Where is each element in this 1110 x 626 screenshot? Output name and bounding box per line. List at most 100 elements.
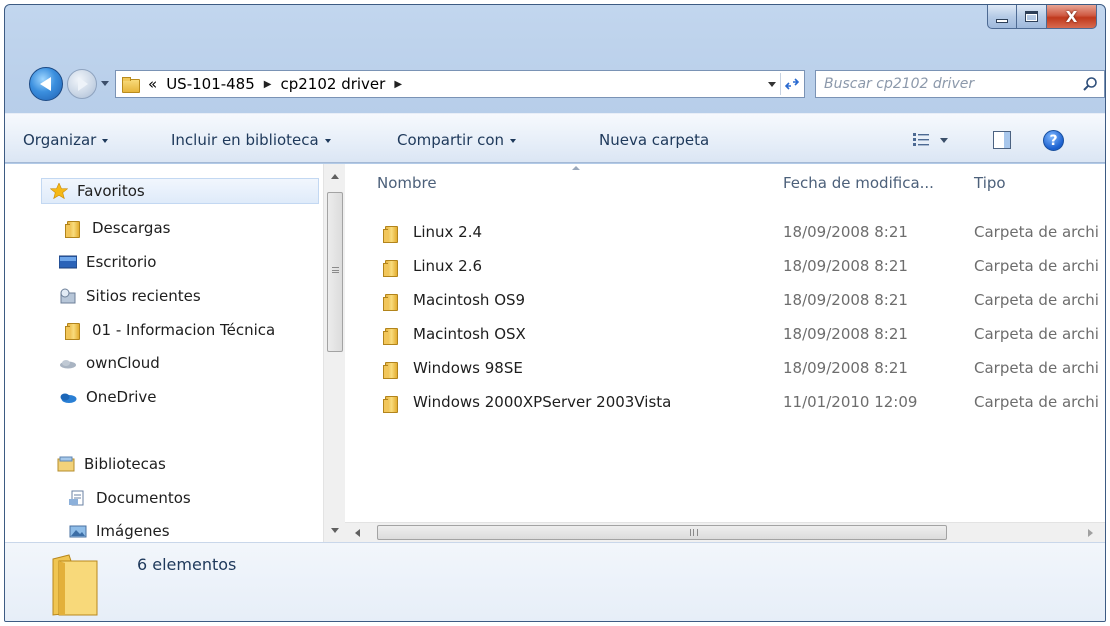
share-with-label: Compartir con [397,131,505,149]
file-name: Windows 2000XPServer 2003Vista [413,393,672,411]
nav-favorites-label: Favoritos [77,182,145,200]
onedrive-icon [60,393,77,403]
file-type: Carpeta de archi [974,393,1099,411]
nav-item-desktop[interactable]: Escritorio [59,249,156,275]
include-library-menu[interactable]: Incluir en biblioteca [171,131,331,149]
folder-icon [122,76,140,93]
recent-places-icon [60,288,76,304]
forward-button[interactable] [67,69,97,99]
owncloud-icon [60,360,76,369]
libraries-icon [57,456,75,472]
table-row[interactable]: Linux 2.4 18/09/2008 8:21 Carpeta de arc… [369,218,1105,248]
breadcrumb-item[interactable]: cp2102 driver [280,75,385,93]
nav-favorites[interactable]: Favoritos [41,178,319,204]
nav-item-recent-places[interactable]: Sitios recientes [59,283,201,309]
share-with-menu[interactable]: Compartir con [397,131,517,149]
chevron-down-icon [510,138,517,143]
nav-item-label: ownCloud [86,354,160,372]
refresh-button[interactable] [780,73,802,95]
horizontal-scrollbar[interactable] [345,522,1105,542]
table-row[interactable]: Windows 2000XPServer 2003Vista 11/01/201… [369,388,1105,418]
scroll-up-arrow-icon[interactable] [331,174,339,179]
content-area: Favoritos Descargas Escritorio Sitios re… [5,164,1105,542]
search-input[interactable] [816,76,1056,92]
minimize-button[interactable] [987,5,1017,29]
file-date: 18/09/2008 8:21 [783,325,908,343]
file-type: Carpeta de archi [974,359,1099,377]
file-date: 18/09/2008 8:21 [783,359,908,377]
change-view-icon[interactable] [913,133,929,147]
nav-vertical-scrollbar[interactable] [323,164,345,542]
nav-item-pictures[interactable]: Imágenes [69,518,170,544]
back-button[interactable] [29,67,63,101]
folder-icon [383,225,398,243]
folder-icon [383,293,398,311]
file-type: Carpeta de archi [974,291,1099,309]
minimize-icon [996,18,1008,23]
recent-pages-dropdown[interactable] [101,81,109,86]
scroll-down-arrow-icon[interactable] [331,528,339,533]
breadcrumb-separator-icon[interactable]: ▶ [264,79,272,90]
grip-icon [332,267,339,273]
file-type: Carpeta de archi [974,325,1099,343]
scroll-thumb[interactable] [377,525,947,540]
scroll-thumb[interactable] [327,192,343,352]
table-row[interactable]: Linux 2.6 18/09/2008 8:21 Carpeta de arc… [369,252,1105,282]
nav-libraries[interactable]: Bibliotecas [57,451,166,477]
organize-label: Organizar [23,131,97,149]
search-icon[interactable] [1082,76,1098,92]
maximize-button[interactable] [1017,5,1047,29]
address-dropdown-icon[interactable] [768,82,776,87]
desktop-icon [59,255,77,269]
new-folder-button[interactable]: Nueva carpeta [599,131,709,149]
preview-pane-icon[interactable] [993,131,1011,149]
file-date: 11/01/2010 12:09 [783,393,918,411]
view-options-dropdown[interactable] [940,138,948,143]
folder-icon [65,322,83,340]
nav-item-documents[interactable]: Documentos [69,485,191,511]
organize-menu[interactable]: Organizar [23,131,109,149]
nav-libraries-label: Bibliotecas [84,455,166,473]
refresh-icon [784,78,799,90]
new-folder-label: Nueva carpeta [599,131,710,149]
table-row[interactable]: Windows 98SE 18/09/2008 8:21 Carpeta de … [369,354,1105,384]
table-row[interactable]: Macintosh OS9 18/09/2008 8:21 Carpeta de… [369,286,1105,316]
address-bar[interactable]: « US-101-485 ▶ cp2102 driver ▶ [115,70,805,98]
sort-ascending-icon [572,166,580,170]
file-name: Macintosh OSX [413,325,526,343]
file-name: Macintosh OS9 [413,291,526,309]
nav-item-owncloud[interactable]: ownCloud [59,350,160,376]
column-header-name[interactable]: Nombre [377,174,437,192]
breadcrumb-separator-icon[interactable]: ▶ [394,79,402,90]
grip-icon [690,529,698,536]
navigation-pane: Favoritos Descargas Escritorio Sitios re… [5,164,345,542]
caption-buttons: X [987,5,1097,31]
maximize-icon [1025,11,1038,22]
table-row[interactable]: Macintosh OSX 18/09/2008 8:21 Carpeta de… [369,320,1105,350]
file-type: Carpeta de archi [974,223,1099,241]
column-header-type[interactable]: Tipo [974,174,1006,192]
command-bar: Organizar Incluir en biblioteca Comparti… [5,113,1105,163]
back-arrow-icon [39,77,51,91]
nav-item-label: Descargas [92,219,171,237]
help-icon[interactable]: ? [1043,130,1064,151]
nav-item-label: 01 - Informacion Técnica [92,321,276,339]
include-library-label: Incluir en biblioteca [171,131,319,149]
star-icon [50,183,68,199]
nav-item-informacion-tecnica[interactable]: 01 - Informacion Técnica [65,317,275,343]
breadcrumb-item[interactable]: US-101-485 [166,75,255,93]
scroll-left-arrow-icon[interactable] [355,529,360,537]
search-box[interactable] [815,70,1105,98]
nav-item-downloads[interactable]: Descargas [65,215,170,241]
nav-item-onedrive[interactable]: OneDrive [59,384,157,410]
breadcrumb-overflow[interactable]: « [148,75,157,93]
scroll-right-arrow-icon[interactable] [1088,529,1093,537]
nav-item-label: Escritorio [86,253,157,271]
folder-icon [383,361,398,379]
file-name: Linux 2.6 [413,257,483,275]
column-header-date[interactable]: Fecha de modifica... [783,174,934,192]
close-button[interactable]: X [1047,5,1097,29]
file-date: 18/09/2008 8:21 [783,223,908,241]
close-icon: X [1065,7,1078,26]
chevron-down-icon [324,138,331,143]
